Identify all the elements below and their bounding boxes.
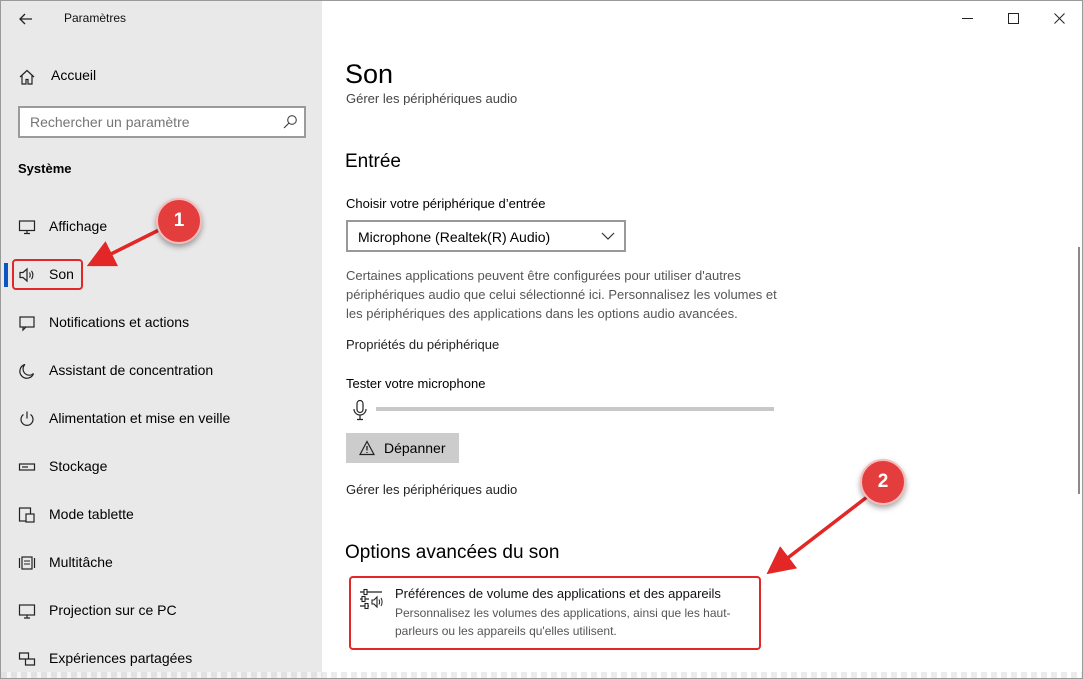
troubleshoot-button[interactable]: Dépanner bbox=[346, 433, 459, 463]
annotation-badge-2: 2 bbox=[860, 459, 906, 505]
input-device-label: Choisir votre périphérique d’entrée bbox=[346, 196, 546, 211]
microphone-icon bbox=[353, 399, 367, 421]
sidebar-item-label: Projection sur ce PC bbox=[49, 602, 177, 618]
back-button[interactable] bbox=[11, 5, 41, 33]
monitor-icon bbox=[18, 220, 36, 235]
page-title: Son bbox=[345, 59, 394, 89]
app-volume-subtitle: Personnalisez les volumes des applicatio… bbox=[395, 606, 731, 638]
sidebar-item-label: Affichage bbox=[49, 218, 108, 234]
shared-icon bbox=[18, 652, 36, 666]
annotation-badge-1: 1 bbox=[156, 198, 202, 244]
sidebar-item-stockage[interactable]: Stockage bbox=[1, 447, 322, 487]
app-volume-preferences-item[interactable]: Préférences de volume des applications e… bbox=[349, 576, 761, 650]
power-icon bbox=[20, 411, 34, 426]
partially-scrolled-link: Gérer les périphériques audio bbox=[346, 91, 518, 105]
input-description: Certaines applications peuvent être conf… bbox=[346, 268, 777, 321]
settings-window: Paramètres Accueil Système Affichage Son… bbox=[0, 0, 1083, 679]
sidebar-item-label: Multitâche bbox=[49, 554, 113, 570]
troubleshoot-label: Dépanner bbox=[384, 440, 446, 456]
window-controls bbox=[944, 1, 1082, 35]
projection-icon bbox=[18, 604, 36, 619]
search-input[interactable] bbox=[30, 114, 280, 130]
sidebar-item-projection[interactable]: Projection sur ce PC bbox=[1, 591, 322, 631]
sidebar-item-label: Stockage bbox=[49, 458, 108, 474]
app-volume-title: Préférences de volume des applications e… bbox=[395, 586, 721, 601]
input-heading: Entrée bbox=[345, 151, 401, 172]
sidebar-item-label: Expériences partagées bbox=[49, 650, 193, 666]
sidebar-item-home[interactable]: Accueil bbox=[1, 59, 322, 93]
warning-icon bbox=[359, 440, 375, 456]
sidebar-item-tablette[interactable]: Mode tablette bbox=[1, 495, 322, 535]
input-device-select[interactable]: Microphone (Realtek(R) Audio) bbox=[346, 220, 626, 252]
sidebar-item-label: Mode tablette bbox=[49, 506, 134, 522]
multitask-icon bbox=[18, 556, 36, 570]
manage-audio-devices-link[interactable]: Gérer les périphériques audio bbox=[346, 482, 517, 497]
main-content: Son Gérer les périphériques audio Entrée… bbox=[322, 1, 1082, 678]
test-mic-label: Tester votre microphone bbox=[346, 376, 486, 391]
notification-icon bbox=[19, 316, 35, 332]
maximize-icon bbox=[1007, 12, 1019, 24]
maximize-button[interactable] bbox=[990, 1, 1036, 35]
mixer-icon bbox=[360, 588, 383, 610]
sidebar-item-label: Accueil bbox=[51, 67, 97, 83]
sidebar-item-alimentation[interactable]: Alimentation et mise en veille bbox=[1, 399, 322, 439]
mic-level-bar bbox=[376, 407, 774, 411]
tablet-icon bbox=[18, 507, 35, 523]
search-icon[interactable] bbox=[282, 114, 298, 130]
storage-icon bbox=[18, 463, 36, 471]
moon-icon bbox=[19, 363, 35, 379]
sidebar-item-concentration[interactable]: Assistant de concentration bbox=[1, 351, 322, 391]
sidebar-item-multitache[interactable]: Multitâche bbox=[1, 543, 322, 583]
bottom-cutoff bbox=[1, 672, 1082, 678]
home-icon bbox=[19, 69, 35, 85]
sidebar: Paramètres Accueil Système Affichage Son… bbox=[1, 1, 322, 678]
sidebar-item-label: Notifications et actions bbox=[49, 314, 190, 330]
minimize-icon bbox=[961, 17, 973, 19]
sidebar-item-label: Alimentation et mise en veille bbox=[49, 410, 231, 426]
close-button[interactable] bbox=[1036, 1, 1082, 35]
scrollbar[interactable] bbox=[1078, 247, 1080, 494]
sidebar-item-notifications[interactable]: Notifications et actions bbox=[1, 303, 322, 343]
device-properties-link[interactable]: Propriétés du périphérique bbox=[346, 337, 499, 352]
son-highlight-box bbox=[12, 259, 83, 290]
back-arrow-icon bbox=[19, 13, 32, 25]
section-label: Système bbox=[18, 161, 72, 176]
selected-device-value: Microphone (Realtek(R) Audio) bbox=[358, 229, 551, 245]
close-icon bbox=[1053, 12, 1065, 24]
advanced-heading: Options avancées du son bbox=[345, 542, 560, 563]
sidebar-item-label: Assistant de concentration bbox=[49, 362, 214, 378]
search-box[interactable] bbox=[18, 106, 306, 138]
chevron-down-icon bbox=[601, 232, 615, 240]
minimize-button[interactable] bbox=[944, 1, 990, 35]
app-title: Paramètres bbox=[64, 11, 127, 25]
